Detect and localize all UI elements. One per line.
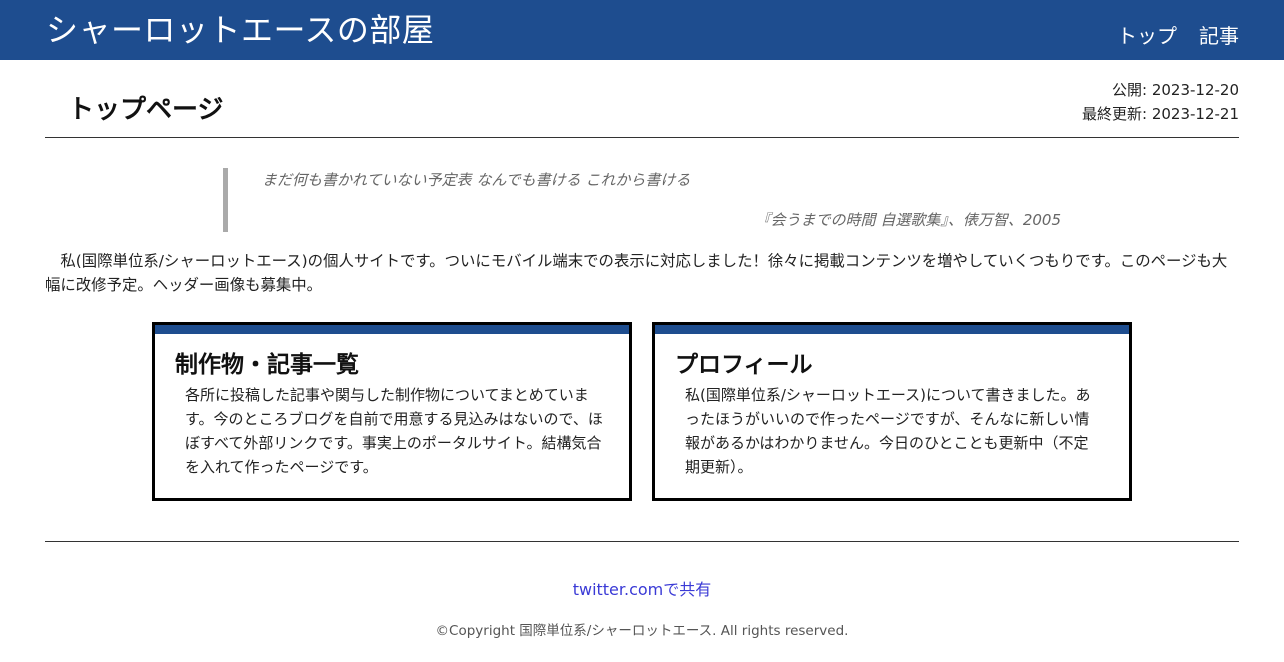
nav-top-link[interactable]: トップ	[1117, 22, 1177, 50]
works-card-description: 各所に投稿した記事や関与した制作物についてまとめています。今のところブログを自前…	[185, 386, 603, 476]
site-header: シャーロットエースの部屋 トップ 記事	[0, 0, 1284, 60]
works-card[interactable]: 制作物・記事一覧 各所に投稿した記事や関与した制作物についてまとめています。今の…	[152, 322, 632, 501]
card-accent-bar	[655, 325, 1129, 334]
profile-card-description: 私(国際単位系/シャーロットエース)について書きました。あったほうがいいので作っ…	[685, 386, 1091, 476]
site-title[interactable]: シャーロットエースの部屋	[46, 10, 434, 50]
epigraph-quote: まだ何も書かれていない予定表 なんでも書ける これから書ける 『会うまでの時間 …	[223, 168, 1073, 232]
works-card-title[interactable]: 制作物・記事一覧	[175, 349, 359, 381]
header-divider	[45, 137, 1239, 138]
footer-divider	[45, 541, 1239, 542]
quote-citation: 『会うまでの時間 自選歌集』、俵万智、2005	[755, 211, 1061, 229]
intro-paragraph: 私(国際単位系/シャーロットエース)の個人サイトです。ついにモバイル端末での表示…	[45, 252, 1228, 294]
nav-articles-link[interactable]: 記事	[1199, 22, 1239, 50]
page-dates: 公開: 2023-12-20 最終更新: 2023-12-21	[1082, 78, 1239, 126]
copyright-text: ©Copyright 国際単位系/シャーロットエース. All rights r…	[435, 623, 849, 639]
quote-text: まだ何も書かれていない予定表 なんでも書ける これから書ける	[262, 171, 691, 189]
profile-card-title[interactable]: プロフィール	[675, 349, 813, 381]
page-title: トップページ	[68, 95, 224, 125]
share-section: twitter.comで共有	[0, 578, 1284, 602]
card-accent-bar	[155, 325, 629, 334]
twitter-share-link[interactable]: twitter.comで共有	[573, 580, 712, 599]
profile-card[interactable]: プロフィール 私(国際単位系/シャーロットエース)について書きました。あったほう…	[652, 322, 1132, 501]
published-date: 公開: 2023-12-20	[1112, 81, 1239, 99]
main-nav: トップ 記事	[1117, 22, 1239, 50]
updated-date: 最終更新: 2023-12-21	[1082, 105, 1239, 123]
